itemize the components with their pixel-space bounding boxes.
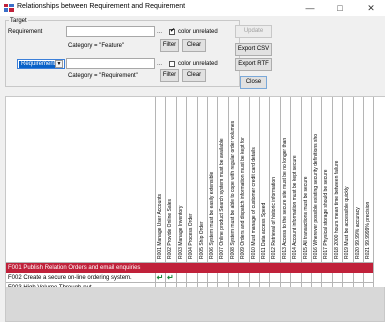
grid-column-line (300, 97, 302, 287)
relationship-arrow-icon[interactable]: ↵ (155, 273, 165, 282)
grid-column-line (373, 97, 375, 287)
column-header[interactable]: R012 Retrieval of historic information (271, 177, 277, 259)
grid-column-line (155, 97, 156, 287)
target-type-label: Requirement (8, 29, 43, 35)
column-header[interactable]: R019 Must be accessible quickly (344, 186, 350, 259)
column-header[interactable]: R010 Must manage of customer credit card… (251, 147, 257, 259)
export-rtf-button[interactable]: Export RTF (235, 58, 272, 71)
column-header[interactable]: R018 2000 hours mean time between failur… (334, 161, 340, 259)
column-header[interactable]: R002 Provide Online Sales (167, 199, 173, 259)
grid-column-line (311, 97, 312, 287)
relationship-arrow-icon[interactable]: ↵ (165, 273, 175, 282)
grid-column-line (175, 97, 177, 287)
column-header[interactable]: R004 Process Order (188, 213, 194, 259)
column-header[interactable]: R005 Ship Order (199, 221, 205, 259)
grid-app-icon (4, 4, 14, 12)
grid-column-line (227, 97, 229, 287)
matrix-grid[interactable]: R001 Manage User Accounts R002 Provide On… (6, 97, 385, 287)
column-header[interactable]: R017 Physical storage should be secure (323, 170, 329, 260)
close-window-button[interactable]: ✕ (362, 2, 380, 14)
column-header[interactable]: R006 System must be easily extensible (209, 172, 215, 259)
source-package-field[interactable] (66, 58, 155, 69)
title-bar: Relationships between Requirement and Re… (0, 0, 385, 16)
grid-column-line (331, 97, 333, 287)
column-header[interactable]: R008 System must be able to cope with re… (230, 121, 236, 259)
close-button[interactable]: Close (240, 76, 267, 89)
grid-column-line (248, 97, 250, 287)
column-header[interactable]: R001 Manage User Accounts (157, 194, 163, 259)
grid-column-line (196, 97, 198, 287)
target-clear-button[interactable]: Clear (182, 39, 206, 52)
target-color-unrelated-label: color unrelated (178, 29, 218, 35)
column-header[interactable]: R014 Account information must be kept se… (292, 155, 298, 259)
column-header[interactable]: R020 99.99% accuracy (355, 207, 361, 259)
relationship-matrix: R001 Manage User Accounts R002 Provide On… (5, 96, 385, 322)
column-header[interactable]: R011 Data access Speed (261, 203, 267, 259)
column-header[interactable]: R016 Wherever possible existing security… (313, 134, 319, 259)
column-header[interactable]: R007 Online product Search system must b… (219, 138, 225, 259)
grid-column-line (207, 97, 208, 287)
source-category-text: Category = "Requirement" (68, 73, 138, 79)
grid-column-line (259, 97, 260, 287)
column-header[interactable]: R013 Access to the secure site must be n… (282, 138, 288, 259)
source-color-unrelated-checkbox[interactable] (169, 61, 175, 67)
maximize-button[interactable]: □ (331, 2, 349, 14)
source-type-selected: Requirement (19, 61, 58, 68)
column-header[interactable]: R009 Orders and dispatch information mus… (240, 137, 246, 259)
source-type-dropdown[interactable]: Requirement ▼ (17, 59, 65, 69)
source-color-unrelated-label: color unrelated (178, 61, 218, 67)
export-csv-button[interactable]: Export CSV (235, 43, 272, 56)
target-color-unrelated-checkbox[interactable]: ✔ (169, 28, 176, 35)
row-header[interactable]: F002 Create a secure on-line ordering sy… (6, 273, 155, 283)
target-filter-button[interactable]: Filter (160, 39, 179, 52)
column-header[interactable]: R003 Manage Inventory (178, 206, 184, 259)
source-browse-button[interactable]: ... (157, 60, 162, 68)
target-category-text: Category = "Feature" (68, 43, 125, 49)
window-title: Relationships between Requirement and Re… (17, 3, 186, 10)
chevron-down-icon: ▼ (55, 60, 63, 68)
grid-column-line (279, 97, 281, 287)
column-header[interactable]: R021 99.9999% precision (365, 202, 371, 259)
grid-column-line (363, 97, 364, 287)
row-header[interactable]: F001 Publish Relation Orders and email e… (6, 262, 374, 273)
target-package-field[interactable] (66, 26, 155, 37)
column-header[interactable]: R015 All transactions must be secure (303, 176, 309, 259)
checkmark-icon: ✔ (170, 28, 176, 34)
minimize-button[interactable]: — (301, 2, 319, 14)
target-browse-button[interactable]: ... (157, 28, 162, 36)
source-clear-button[interactable]: Clear (182, 69, 206, 82)
update-button[interactable]: Update (235, 25, 272, 38)
row-header[interactable]: F003 High Volume Through-put (6, 283, 155, 288)
grid-column-line (352, 97, 354, 287)
source-filter-button[interactable]: Filter (160, 69, 179, 82)
target-legend: Target (9, 17, 28, 25)
